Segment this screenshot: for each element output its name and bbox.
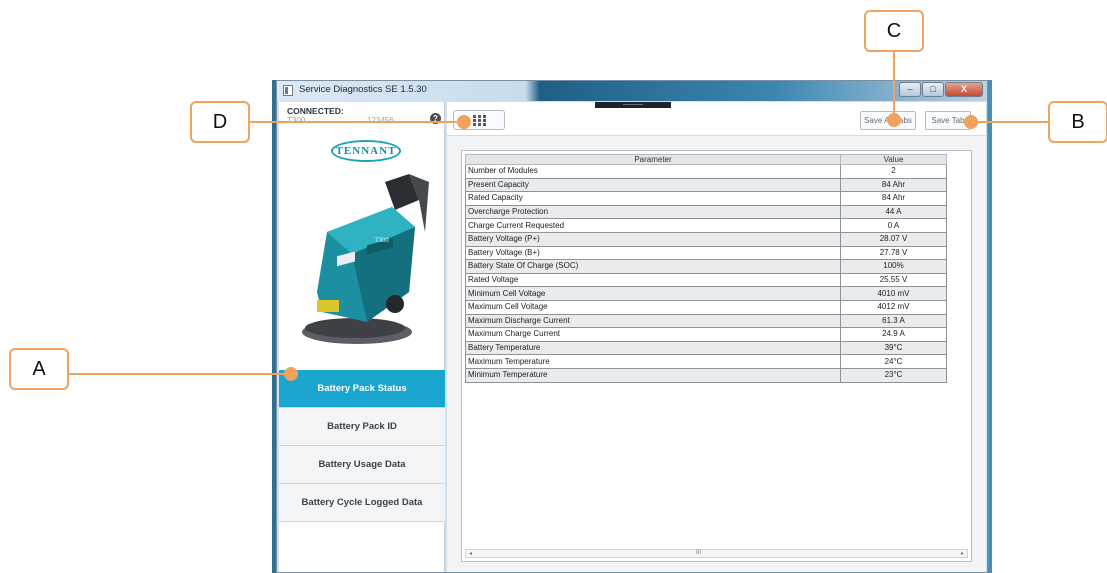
close-button[interactable]: X [945,82,983,97]
parameter-cell: Overcharge Protection [465,204,841,220]
window-controls: – □ X [898,82,983,97]
value-cell: 84 Ahr [840,191,947,206]
value-cell: 100% [840,259,947,274]
table-row[interactable]: Charge Current Requested 0 A [465,218,947,233]
table-row[interactable]: Maximum Discharge Current 61.3 A [465,313,947,329]
value-cell: 39°C [840,340,947,356]
scroll-right-arrow[interactable]: ▸ [961,550,964,557]
scroll-left-arrow[interactable]: ◂ [469,550,472,557]
callout-b-marker [964,115,978,129]
table-row[interactable]: Minimum Cell Voltage 4010 mV [465,286,947,301]
value-cell: 25.55 V [840,272,947,288]
parameter-cell: Battery State Of Charge (SOC) [465,259,841,274]
value-cell: 24°C [840,354,947,369]
scrubber-machine-image: T300 [302,174,429,344]
table-row[interactable]: Rated Voltage 25.55 V [465,272,947,288]
table-row[interactable]: Battery State Of Charge (SOC) 100% [465,259,947,274]
callout-a-line [69,373,291,375]
scroll-thumb-grip[interactable]: III [696,550,701,556]
parameter-table-panel: Parameter Value Number of Modules 2 Presen… [461,150,972,562]
parameter-cell: Maximum Discharge Current [465,313,841,329]
value-cell: 84 Ahr [840,177,947,193]
sidebar-item-battery-cycle-logged-data[interactable]: Battery Cycle Logged Data [279,484,445,522]
table-row[interactable]: Rated Capacity 84 Ahr [465,191,947,206]
table-row[interactable]: Minimum Temperature 23°C [465,367,947,383]
table-row[interactable]: Battery Voltage (B+) 27.78 V [465,245,947,261]
callout-d-line [250,121,464,123]
toolbar: Save All Tabs Save Tab [447,102,986,136]
parameter-cell: Battery Temperature [465,340,841,356]
minimize-button[interactable]: – [899,82,921,97]
value-cell: 2 [840,164,947,179]
value-cell: 4012 mV [840,299,947,315]
machine-badge: T300 [375,238,389,244]
left-panel: CONNECTED: T300 123456 ? TENNANT T300 [279,102,445,572]
table-row[interactable]: Overcharge Protection 44 A [465,204,947,220]
main-content: Save All Tabs Save Tab Parameter Value N… [447,102,986,572]
parameter-cell: Maximum Charge Current [465,327,841,342]
connection-status: CONNECTED: [287,106,344,116]
table-body: Number of Modules 2 Present Capacity 84 Ahr… [465,164,947,383]
table-row[interactable]: Battery Temperature 39°C [465,340,947,356]
value-cell: 4010 mV [840,286,947,301]
sidebar-menu: Battery Pack Status Battery Pack ID Batt… [279,370,445,522]
callout-b: B [1048,101,1107,143]
value-cell: 24.9 A [840,327,947,342]
table-row[interactable]: Maximum Temperature 24°C [465,354,947,369]
column-header-parameter[interactable]: Parameter [465,154,841,165]
table-row[interactable]: Maximum Charge Current 24.9 A [465,327,947,342]
callout-a-marker [284,367,298,381]
callout-c-marker [887,113,901,127]
maximize-button[interactable]: □ [922,82,944,97]
grid-icon [473,115,486,126]
callout-a: A [9,348,69,390]
table-row[interactable]: Present Capacity 84 Ahr [465,177,947,193]
value-cell: 28.07 V [840,231,947,247]
value-cell: 44 A [840,204,947,220]
sidebar-item-battery-usage-data[interactable]: Battery Usage Data [279,446,445,484]
value-cell: 0 A [840,218,947,233]
horizontal-scrollbar[interactable]: ◂ III ▸ [465,549,968,558]
table-row[interactable]: Maximum Cell Voltage 4012 mV [465,299,947,315]
column-header-value[interactable]: Value [840,154,947,165]
parameter-cell: Minimum Temperature [465,367,841,383]
callout-c-line [893,52,895,120]
parameter-cell: Minimum Cell Voltage [465,286,841,301]
parameter-cell: Battery Voltage (P+) [465,231,841,247]
title-bar[interactable]: Service Diagnostics SE 1.5.30 – □ X [277,81,987,101]
table-row[interactable]: Number of Modules 2 [465,164,947,179]
app-icon [283,85,293,96]
value-cell: 27.78 V [840,245,947,261]
value-cell: 23°C [840,367,947,383]
tennant-logo: TENNANT [331,140,401,162]
parameter-cell: Maximum Cell Voltage [465,299,841,315]
table-header-row: Parameter Value [465,154,947,165]
parameter-cell: Maximum Temperature [465,354,841,369]
parameter-cell: Present Capacity [465,177,841,193]
parameter-cell: Battery Voltage (B+) [465,245,841,261]
callout-d: D [190,101,250,143]
value-cell: 61.3 A [840,313,947,329]
callout-c: C [864,10,924,52]
parameter-cell: Charge Current Requested [465,218,841,233]
parameter-cell: Rated Capacity [465,191,841,206]
callout-b-line [970,121,1048,123]
window-title: Service Diagnostics SE 1.5.30 [299,84,427,95]
callout-d-marker [457,115,471,129]
parameter-table: Parameter Value Number of Modules 2 Presen… [465,154,947,383]
sidebar-item-battery-pack-id[interactable]: Battery Pack ID [279,408,445,446]
drag-handle[interactable] [595,102,671,108]
parameter-cell: Number of Modules [465,164,841,179]
table-row[interactable]: Battery Voltage (P+) 28.07 V [465,231,947,247]
sidebar-item-battery-pack-status[interactable]: Battery Pack Status [279,370,445,408]
parameter-cell: Rated Voltage [465,272,841,288]
app-window: Service Diagnostics SE 1.5.30 – □ X CONN… [276,80,988,573]
